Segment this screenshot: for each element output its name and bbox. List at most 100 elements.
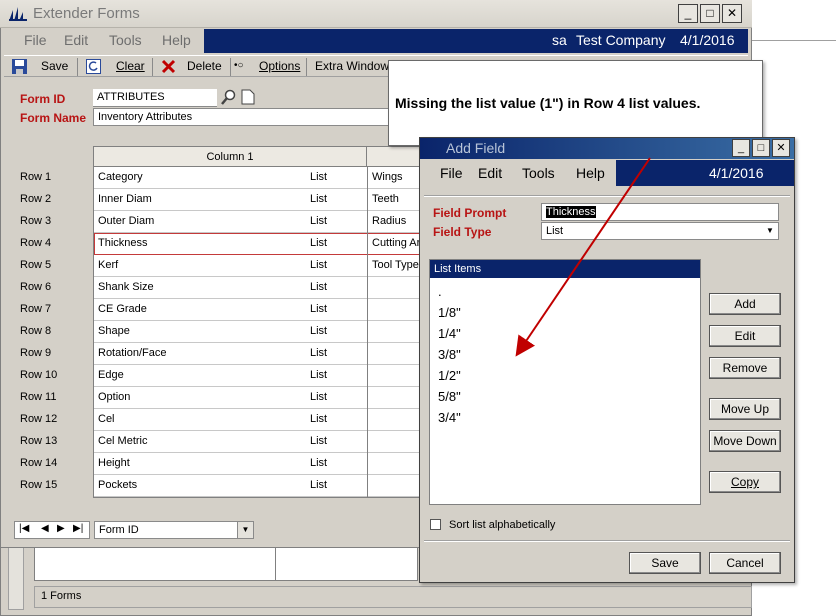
extra-windows-button[interactable]: Extra Windows bbox=[315, 59, 395, 73]
options-button[interactable]: Options bbox=[259, 59, 300, 73]
last-record-button[interactable]: ▶| bbox=[73, 523, 83, 534]
field-prompt-value: Thickness bbox=[546, 206, 596, 218]
add-button[interactable]: Add bbox=[709, 293, 781, 315]
move-down-button[interactable]: Move Down bbox=[709, 430, 781, 452]
field-prompt-input[interactable]: Thickness bbox=[541, 203, 779, 221]
grid-row[interactable]: Height List bbox=[94, 453, 424, 475]
delete-icon bbox=[161, 59, 176, 74]
dialog-maximize-button[interactable]: □ bbox=[752, 139, 770, 157]
move-up-button[interactable]: Move Up bbox=[709, 398, 781, 420]
list-item[interactable]: 1/8" bbox=[438, 305, 461, 320]
clear-button[interactable]: Clear bbox=[116, 59, 145, 73]
column-2-cell: Wings bbox=[372, 171, 403, 183]
dialog-close-button[interactable]: ✕ bbox=[772, 139, 790, 157]
sort-alphabetically-label: Sort list alphabetically bbox=[449, 519, 556, 531]
dialog-minimize-button[interactable]: _ bbox=[732, 139, 750, 157]
column-2-cell: Cutting Ar bbox=[372, 237, 421, 249]
lookup-icon[interactable] bbox=[221, 89, 237, 105]
field-name-cell: Outer Diam bbox=[98, 215, 155, 227]
field-type-cell: List bbox=[310, 413, 328, 425]
dialog-title: Add Field bbox=[446, 140, 506, 156]
dialog-cancel-button[interactable]: Cancel bbox=[709, 552, 781, 574]
grid-row[interactable]: Inner Diam List Teeth bbox=[94, 189, 424, 211]
close-button[interactable]: ✕ bbox=[722, 4, 742, 23]
grid-row[interactable]: Option List bbox=[94, 387, 424, 409]
field-name-cell: Edge bbox=[98, 369, 124, 381]
row-label: Row 7 bbox=[20, 303, 52, 315]
dialog-menu-file[interactable]: File bbox=[440, 165, 463, 181]
grid-row[interactable]: Thickness List Cutting Ar bbox=[94, 233, 424, 255]
grid-row[interactable]: Outer Diam List Radius bbox=[94, 211, 424, 233]
field-name-cell: Shank Size bbox=[98, 281, 154, 293]
row-label: Row 10 bbox=[20, 369, 58, 381]
grid-row[interactable]: Pockets List bbox=[94, 475, 424, 497]
grid-row[interactable]: Edge List bbox=[94, 365, 424, 387]
grid-header: Column 1 bbox=[94, 147, 424, 167]
dialog-date-bar: 4/1/2016 bbox=[616, 160, 794, 186]
field-type-label: Field Type bbox=[433, 225, 492, 239]
grid-row[interactable]: Cel Metric List bbox=[94, 431, 424, 453]
list-item[interactable]: 1/4" bbox=[438, 326, 461, 341]
column-2-cell: Teeth bbox=[372, 193, 399, 205]
dialog-menu-tools[interactable]: Tools bbox=[522, 165, 555, 181]
list-items-box[interactable]: List Items . 1/8" 1/4" 3/8" 1/2" 5/8" 3/4" bbox=[429, 259, 701, 505]
field-type-cell: List bbox=[310, 457, 328, 469]
list-item[interactable]: 3/8" bbox=[438, 347, 461, 362]
row-label: Row 8 bbox=[20, 325, 52, 337]
grid-row[interactable]: Kerf List Tool Type bbox=[94, 255, 424, 277]
dialog-save-button[interactable]: Save bbox=[629, 552, 701, 574]
dropdown-arrow-icon: ▼ bbox=[237, 522, 253, 538]
user-name: sa bbox=[552, 32, 567, 48]
forms-list-scrollbar[interactable] bbox=[8, 546, 24, 610]
field-prompt-label: Field Prompt bbox=[433, 206, 507, 220]
field-name-cell: Inner Diam bbox=[98, 193, 152, 205]
form-name-field[interactable]: Inventory Attributes bbox=[93, 108, 389, 126]
grid-row[interactable]: Cel List bbox=[94, 409, 424, 431]
next-record-button[interactable]: ▶ bbox=[57, 523, 65, 534]
column-2-cell: Tool Type bbox=[372, 259, 419, 271]
copy-button[interactable]: Copy bbox=[709, 471, 781, 493]
save-button[interactable]: Save bbox=[41, 59, 68, 73]
delete-button[interactable]: Delete bbox=[187, 59, 222, 73]
browse-by-select[interactable]: Form ID ▼ bbox=[94, 521, 254, 539]
first-record-button[interactable]: |◀ bbox=[19, 523, 29, 534]
minimize-button[interactable]: _ bbox=[678, 4, 698, 23]
menu-tools[interactable]: Tools bbox=[109, 32, 142, 48]
grid-row[interactable]: Rotation/Face List bbox=[94, 343, 424, 365]
list-item[interactable]: . bbox=[438, 284, 442, 299]
menu-help[interactable]: Help bbox=[162, 32, 191, 48]
options-radio-icon: •○ bbox=[234, 60, 244, 71]
menu-file[interactable]: File bbox=[24, 32, 47, 48]
grid-row[interactable]: Shank Size List bbox=[94, 277, 424, 299]
list-item[interactable]: 3/4" bbox=[438, 410, 461, 425]
field-type-cell: List bbox=[310, 347, 328, 359]
row-label: Row 1 bbox=[20, 171, 52, 183]
field-name-cell: Kerf bbox=[98, 259, 119, 271]
form-fields-grid: Column 1 Category List Wings Inner Diam List… bbox=[93, 146, 424, 498]
edit-button[interactable]: Edit bbox=[709, 325, 781, 347]
row-label: Row 15 bbox=[20, 479, 58, 491]
background-edge bbox=[752, 40, 836, 41]
field-name-cell: Thickness bbox=[98, 237, 148, 249]
field-type-cell: List bbox=[310, 259, 328, 271]
grid-row[interactable]: Shape List bbox=[94, 321, 424, 343]
note-icon[interactable] bbox=[240, 89, 256, 105]
menu-edit[interactable]: Edit bbox=[64, 32, 88, 48]
row-label: Row 5 bbox=[20, 259, 52, 271]
field-type-cell: List bbox=[310, 391, 328, 403]
remove-button[interactable]: Remove bbox=[709, 357, 781, 379]
field-type-select[interactable]: List ▼ bbox=[541, 222, 779, 240]
previous-record-button[interactable]: ◀ bbox=[41, 523, 49, 534]
dialog-menu-edit[interactable]: Edit bbox=[478, 165, 502, 181]
row-label: Row 9 bbox=[20, 347, 52, 359]
form-id-field[interactable]: ATTRIBUTES bbox=[93, 89, 217, 107]
grid-row[interactable]: CE Grade List bbox=[94, 299, 424, 321]
grid-row[interactable]: Category List Wings bbox=[94, 167, 424, 189]
forms-list-table[interactable] bbox=[34, 547, 418, 581]
sort-alphabetically-checkbox[interactable] bbox=[430, 519, 441, 530]
list-item[interactable]: 1/2" bbox=[438, 368, 461, 383]
maximize-button[interactable]: □ bbox=[700, 4, 720, 23]
list-item[interactable]: 5/8" bbox=[438, 389, 461, 404]
dialog-menu-help[interactable]: Help bbox=[576, 165, 605, 181]
row-label: Row 3 bbox=[20, 215, 52, 227]
